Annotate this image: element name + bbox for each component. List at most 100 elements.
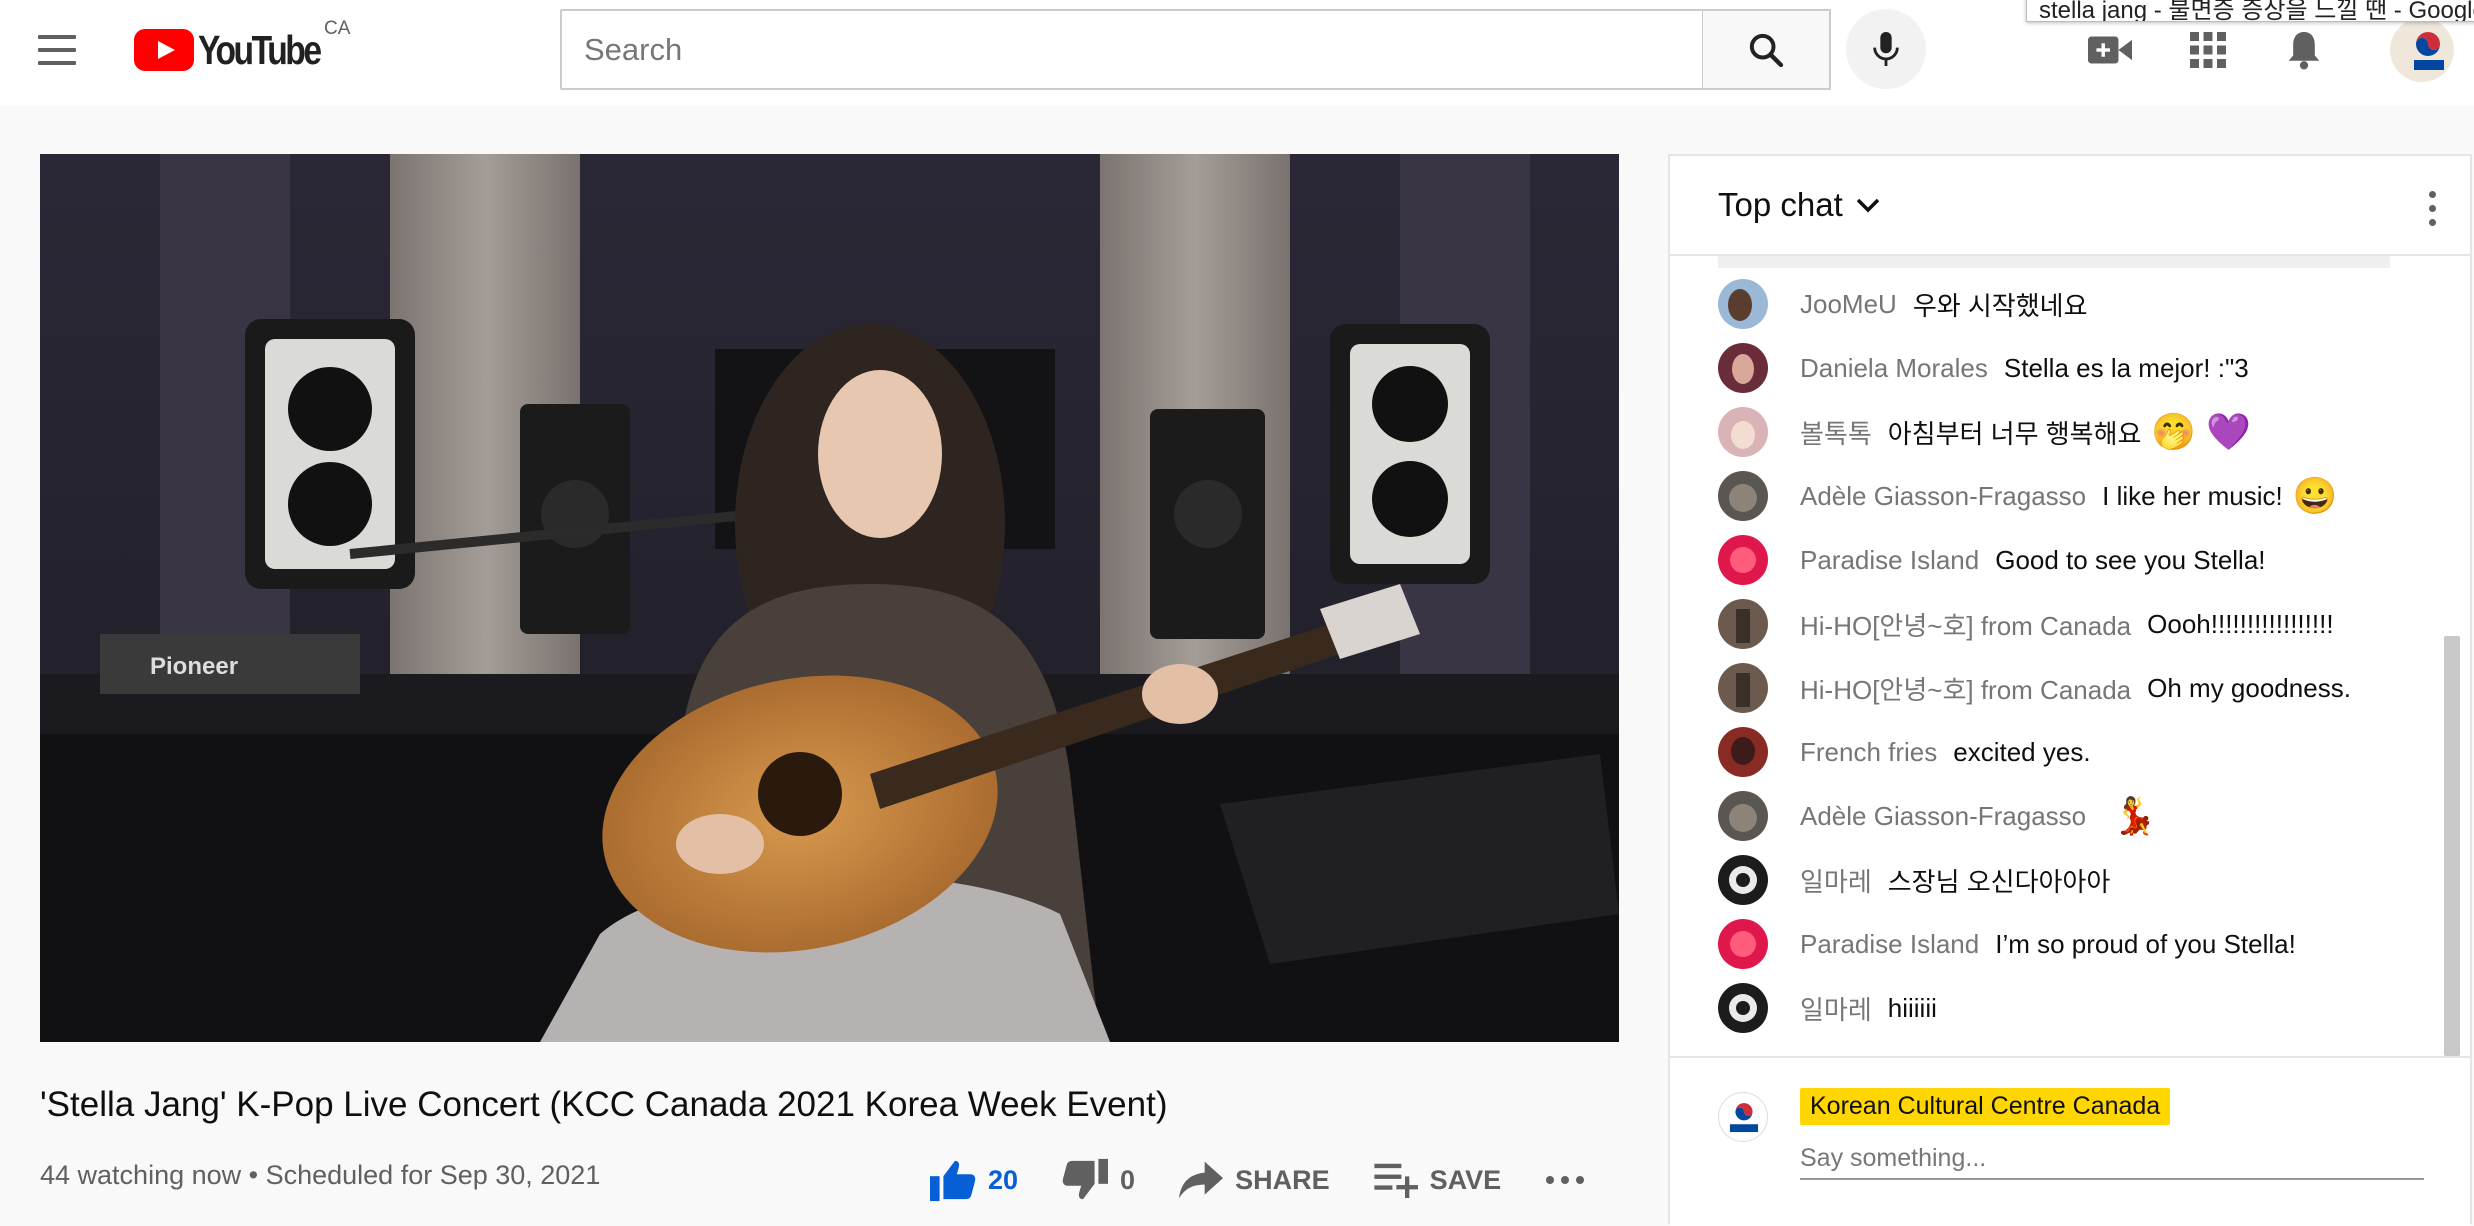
create-video-button[interactable] [2082, 22, 2138, 78]
korea-emblem-icon [2414, 32, 2444, 70]
youtube-logo[interactable]: YouTube [134, 26, 346, 74]
like-count: 20 [988, 1164, 1019, 1195]
chat-more-options-icon[interactable] [2412, 186, 2452, 230]
chat-message: 일마레 hiiiiii [1718, 980, 1937, 1036]
chat-author-name[interactable]: 일마레 [1800, 990, 1872, 1027]
chat-message-text: 아침부터 너무 행복해요 [1887, 418, 2142, 449]
country-code: CA [324, 18, 351, 39]
voice-search-button[interactable] [1846, 9, 1926, 89]
more-actions-button[interactable] [1545, 1175, 1585, 1185]
my-channel-avatar [1718, 1092, 1768, 1142]
chat-emoji: 💃 [2112, 795, 2157, 836]
chat-author-avatar[interactable] [1718, 855, 1768, 905]
apps-button[interactable] [2180, 22, 2236, 78]
chat-emoji: 😀 [2292, 475, 2338, 516]
thumbs-down-icon [1062, 1158, 1109, 1200]
chat-message-text: hiiiiii [1887, 992, 1937, 1023]
chat-author-name[interactable]: JooMeU [1800, 289, 1897, 320]
chat-message: JooMeU 우와 시작했네요 [1718, 276, 2088, 332]
like-button[interactable]: 20 [930, 1158, 1018, 1202]
chat-message-text: Oh my goodness. [2147, 672, 2351, 703]
chat-author-name[interactable]: Daniela Morales [1800, 353, 1988, 384]
masthead: YouTube CA stella jang - 불면증 증상을 느낄 땐 - … [0, 0, 2474, 106]
video-meta: 44 watching now • Scheduled for Sep 30, … [40, 1160, 601, 1190]
chat-message: Paradise Island I’m so proud of you Stel… [1718, 916, 2296, 972]
chat-emoji: 🤭 💜 [2151, 411, 2252, 452]
video-actions: 20 0 SHARE SAVE [930, 1150, 1629, 1210]
chat-message-text: 스장님 오신다아아아 [1887, 866, 2111, 897]
chat-message: Hi-HO[안녕~호] from Canada Oooh!!!!!!!!!!!!… [1718, 596, 2334, 652]
video-title: 'Stella Jang' K-Pop Live Concert (KCC Ca… [40, 1085, 1168, 1124]
chat-author-name[interactable]: Hi-HO[안녕~호] from Canada [1800, 606, 2131, 643]
pinned-banner-edge [1718, 256, 2390, 268]
chat-author-name[interactable]: 일마레 [1800, 862, 1872, 899]
chat-author-name[interactable]: Adèle Giasson-Fragasso [1800, 801, 2086, 832]
notifications-button[interactable] [2276, 22, 2332, 78]
chat-author-name[interactable]: French fries [1800, 737, 1937, 768]
search-input[interactable] [562, 11, 1702, 88]
thumbs-up-icon [930, 1160, 976, 1202]
menu-icon[interactable] [38, 28, 86, 72]
chat-message-text: I’m so proud of you Stella! [1995, 928, 2296, 959]
youtube-play-icon [134, 29, 194, 71]
bell-icon [2288, 32, 2320, 70]
chat-author-avatar[interactable] [1718, 599, 1768, 649]
my-channel-name: Korean Cultural Centre Canada [1800, 1088, 2171, 1125]
chat-author-avatar[interactable] [1718, 727, 1768, 777]
share-label: SHARE [1235, 1164, 1330, 1195]
chat-message-text: Oooh!!!!!!!!!!!!!!!!! [2147, 608, 2334, 639]
chevron-down-icon [1856, 198, 1879, 213]
logo-wordmark: YouTube [198, 26, 322, 73]
account-avatar[interactable] [2390, 18, 2454, 82]
chat-scrollbar[interactable] [2444, 636, 2460, 1056]
chat-message-text: 우와 시작했네요 [1912, 290, 2088, 321]
chat-author-name[interactable]: 볼톡톡 [1800, 414, 1872, 451]
video-camera-icon [2088, 36, 2132, 64]
chat-message-text: I like her music! [2102, 480, 2283, 511]
chat-header: Top chat [1670, 156, 2470, 256]
chat-message-list[interactable]: JooMeU 우와 시작했네요 Daniela Morales Stella e… [1670, 276, 2444, 1056]
chat-message: Adèle Giasson-Fragasso 💃 [1718, 788, 2157, 844]
chat-message: Daniela Morales Stella es la mejor! :"3 [1718, 340, 2249, 396]
chat-message: Adèle Giasson-Fragasso I like her music!… [1718, 468, 2338, 524]
search-button[interactable] [1703, 9, 1831, 90]
chat-message: French fries excited yes. [1718, 724, 2091, 780]
svg-text:Pioneer: Pioneer [150, 653, 238, 680]
chat-author-name[interactable]: Adèle Giasson-Fragasso [1800, 481, 2086, 512]
chat-message-input[interactable] [1800, 1138, 2424, 1180]
search-box [560, 9, 1704, 90]
chat-message: Hi-HO[안녕~호] from Canada Oh my goodness. [1718, 660, 2351, 716]
save-label: SAVE [1429, 1164, 1502, 1195]
chat-mode-label: Top chat [1718, 186, 1843, 223]
video-frame-image: Pioneer [40, 154, 1619, 1042]
chat-author-name[interactable]: Hi-HO[안녕~호] from Canada [1800, 670, 2131, 707]
chat-author-avatar[interactable] [1718, 919, 1768, 969]
more-horizontal-icon [1546, 1176, 1585, 1184]
chat-message: Paradise Island Good to see you Stella! [1718, 532, 2266, 588]
chat-author-avatar[interactable] [1718, 343, 1768, 393]
chat-message: 일마레 스장님 오신다아아아 [1718, 852, 2110, 908]
dislike-button[interactable]: 0 [1062, 1158, 1135, 1202]
chat-author-avatar[interactable] [1718, 983, 1768, 1033]
microphone-icon [1873, 32, 1899, 66]
chat-message: 볼톡톡 아침부터 너무 행복해요 🤭 💜 [1718, 404, 2251, 460]
live-chat-panel: Top chat JooMeU 우와 시작했네요 Daniela Morales… [1668, 154, 2472, 1226]
video-player[interactable]: Pioneer [40, 154, 1619, 1042]
chat-message-text: Stella es la mejor! :"3 [2003, 352, 2249, 383]
chat-mode-dropdown[interactable]: Top chat [1718, 186, 1881, 224]
chat-author-avatar[interactable] [1718, 535, 1768, 585]
share-button[interactable]: SHARE [1179, 1160, 1330, 1200]
search-icon [1749, 33, 1784, 67]
chat-author-avatar[interactable] [1718, 279, 1768, 329]
chat-author-name[interactable]: Paradise Island [1800, 929, 1979, 960]
chat-author-avatar[interactable] [1718, 407, 1768, 457]
chat-author-avatar[interactable] [1718, 663, 1768, 713]
playlist-add-icon [1373, 1163, 1418, 1198]
chat-author-avatar[interactable] [1718, 471, 1768, 521]
save-button[interactable]: SAVE [1373, 1162, 1502, 1198]
browser-tooltip: stella jang - 불면증 증상을 느낄 땐 - Google S [2026, 0, 2474, 22]
chat-author-avatar[interactable] [1718, 791, 1768, 841]
chat-message-text: Good to see you Stella! [1995, 544, 2266, 575]
share-arrow-icon [1179, 1161, 1224, 1199]
chat-author-name[interactable]: Paradise Island [1800, 545, 1979, 576]
